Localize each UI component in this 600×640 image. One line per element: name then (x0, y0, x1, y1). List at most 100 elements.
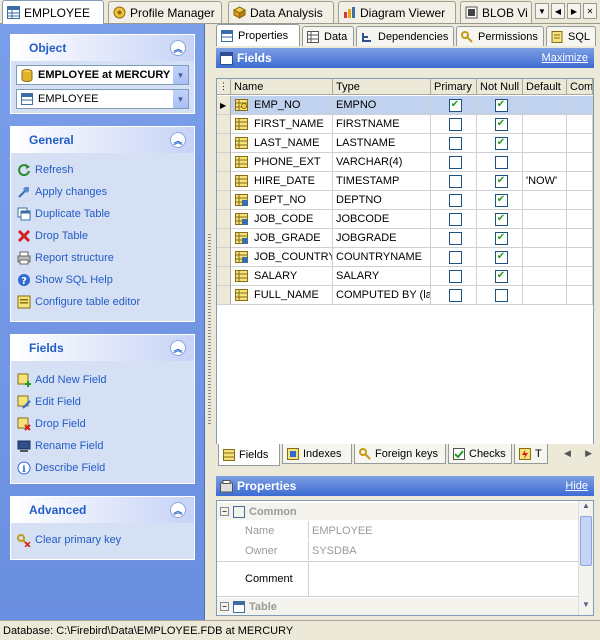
configure-table-editor-link[interactable]: Configure table editor (11, 291, 194, 313)
default-cell[interactable] (523, 115, 567, 134)
not-null-checkbox[interactable]: ✔ (494, 136, 508, 150)
primary-checkbox[interactable] (448, 174, 462, 188)
primary-checkbox-cell[interactable] (431, 115, 477, 134)
default-cell[interactable] (523, 248, 567, 267)
primary-checkbox-cell[interactable] (431, 153, 477, 172)
default-cell[interactable] (523, 191, 567, 210)
table-row[interactable]: DEPT_NO DEPTNO ✔ (217, 191, 593, 210)
tab-triggers[interactable]: T (514, 444, 548, 464)
not-null-checkbox-cell[interactable]: ✔ (477, 96, 523, 115)
comment-cell[interactable] (567, 96, 593, 115)
properties-scrollbar[interactable]: ▲ ▼ (578, 501, 593, 615)
field-name-cell[interactable]: PHONE_EXT (231, 153, 333, 172)
not-null-checkbox-cell[interactable]: ✔ (477, 229, 523, 248)
collapse-icon[interactable]: ︽ (170, 502, 186, 518)
object-panel-header[interactable]: Object ︽ (11, 35, 194, 61)
not-null-checkbox[interactable]: ✔ (494, 98, 508, 112)
not-null-checkbox[interactable]: ✔ (494, 212, 508, 226)
fields-panel-header[interactable]: Fields ︽ (11, 335, 194, 361)
tab-sql[interactable]: SQL (546, 26, 596, 46)
not-null-checkbox[interactable] (494, 155, 508, 169)
window-tab-profile-manager[interactable]: Profile Manager (108, 1, 222, 23)
tab-indexes[interactable]: Indexes (282, 444, 352, 464)
row-indicator[interactable] (217, 210, 231, 229)
chevron-down-icon[interactable]: ▼ (172, 66, 188, 84)
not-null-checkbox[interactable]: ✔ (494, 193, 508, 207)
not-null-checkbox-cell[interactable]: ✔ (477, 210, 523, 229)
primary-checkbox-cell[interactable] (431, 248, 477, 267)
row-indicator[interactable] (217, 191, 231, 210)
table-row[interactable]: PHONE_EXT VARCHAR(4) (217, 153, 593, 172)
primary-checkbox-cell[interactable]: ✔ (431, 96, 477, 115)
column-header-name[interactable]: Name (231, 79, 333, 95)
primary-checkbox-cell[interactable] (431, 267, 477, 286)
apply-changes-link[interactable]: Apply changes (11, 181, 194, 203)
primary-checkbox[interactable] (448, 288, 462, 302)
table-row[interactable]: JOB_CODE JOBCODE ✔ (217, 210, 593, 229)
primary-checkbox[interactable] (448, 155, 462, 169)
table-row[interactable]: HIRE_DATE TIMESTAMP ✔ 'NOW' (217, 172, 593, 191)
field-type-cell[interactable]: TIMESTAMP (333, 172, 431, 191)
duplicate-table-link[interactable]: Duplicate Table (11, 203, 194, 225)
maximize-link[interactable]: Maximize (542, 52, 588, 64)
field-name-cell[interactable]: SALARY (231, 267, 333, 286)
default-cell[interactable] (523, 229, 567, 248)
field-name-cell[interactable]: FULL_NAME (231, 286, 333, 305)
table-row[interactable]: LAST_NAME LASTNAME ✔ (217, 134, 593, 153)
comment-cell[interactable] (567, 210, 593, 229)
close-tab-button[interactable]: ✕ (583, 3, 597, 19)
tab-fields[interactable]: Fields (218, 444, 280, 466)
comment-cell[interactable] (567, 153, 593, 172)
scroll-tabs-left-button[interactable]: ◀ (551, 3, 565, 19)
primary-checkbox-cell[interactable] (431, 286, 477, 305)
field-name-cell[interactable]: EMP_NO (231, 96, 333, 115)
comment-cell[interactable] (567, 134, 593, 153)
primary-checkbox[interactable] (448, 136, 462, 150)
collapse-box-icon[interactable]: − (220, 602, 229, 611)
pane-splitter[interactable] (205, 24, 214, 620)
tab-list-button[interactable]: ▼ (535, 3, 549, 19)
table-category[interactable]: − Table (217, 598, 579, 615)
field-type-cell[interactable]: COUNTRYNAME (333, 248, 431, 267)
primary-checkbox-cell[interactable] (431, 210, 477, 229)
collapse-icon[interactable]: ︽ (170, 340, 186, 356)
table-row[interactable]: JOB_COUNTRY COUNTRYNAME ✔ (217, 248, 593, 267)
column-header-type[interactable]: Type (333, 79, 431, 95)
not-null-checkbox-cell[interactable]: ✔ (477, 172, 523, 191)
advanced-panel-header[interactable]: Advanced ︽ (11, 497, 194, 523)
table-select[interactable]: EMPLOYEE ▼ (16, 89, 189, 109)
field-type-cell[interactable]: DEPTNO (333, 191, 431, 210)
tab-foreign-keys[interactable]: Foreign keys (354, 444, 446, 464)
primary-checkbox[interactable] (448, 250, 462, 264)
primary-checkbox[interactable] (448, 117, 462, 131)
window-tab-blob-viewer[interactable]: BLOB Vi (460, 1, 532, 23)
row-indicator[interactable] (217, 229, 231, 248)
not-null-checkbox-cell[interactable]: ✔ (477, 191, 523, 210)
field-name-cell[interactable]: DEPT_NO (231, 191, 333, 210)
table-row[interactable]: FULL_NAME COMPUTED BY (last_ (217, 286, 593, 305)
row-indicator[interactable] (217, 115, 231, 134)
chevron-down-icon[interactable]: ▼ (172, 90, 188, 108)
drop-field-link[interactable]: Drop Field (11, 413, 194, 435)
refresh-link[interactable]: Refresh (11, 159, 194, 181)
column-header-not-null[interactable]: Not Null (477, 79, 523, 95)
show-sql-help-link[interactable]: ? Show SQL Help (11, 269, 194, 291)
field-name-cell[interactable]: HIRE_DATE (231, 172, 333, 191)
table-name-value[interactable]: EMPLOYEE (309, 525, 373, 537)
default-cell[interactable] (523, 134, 567, 153)
tab-dependencies[interactable]: Dependencies (356, 26, 454, 46)
field-type-cell[interactable]: JOBGRADE (333, 229, 431, 248)
general-panel-header[interactable]: General ︽ (11, 127, 194, 153)
default-cell[interactable] (523, 210, 567, 229)
tab-data[interactable]: Data (302, 26, 354, 46)
field-type-cell[interactable]: VARCHAR(4) (333, 153, 431, 172)
grid-menu-icon[interactable]: ⋮⋮ (219, 81, 230, 92)
primary-checkbox[interactable] (448, 212, 462, 226)
primary-checkbox[interactable] (448, 193, 462, 207)
describe-field-link[interactable]: i Describe Field (11, 457, 194, 479)
primary-checkbox-cell[interactable] (431, 172, 477, 191)
add-new-field-link[interactable]: Add New Field (11, 369, 194, 391)
comment-field[interactable] (309, 561, 579, 597)
scroll-tabs-right-button[interactable]: ▶ (567, 3, 581, 19)
default-cell[interactable] (523, 153, 567, 172)
